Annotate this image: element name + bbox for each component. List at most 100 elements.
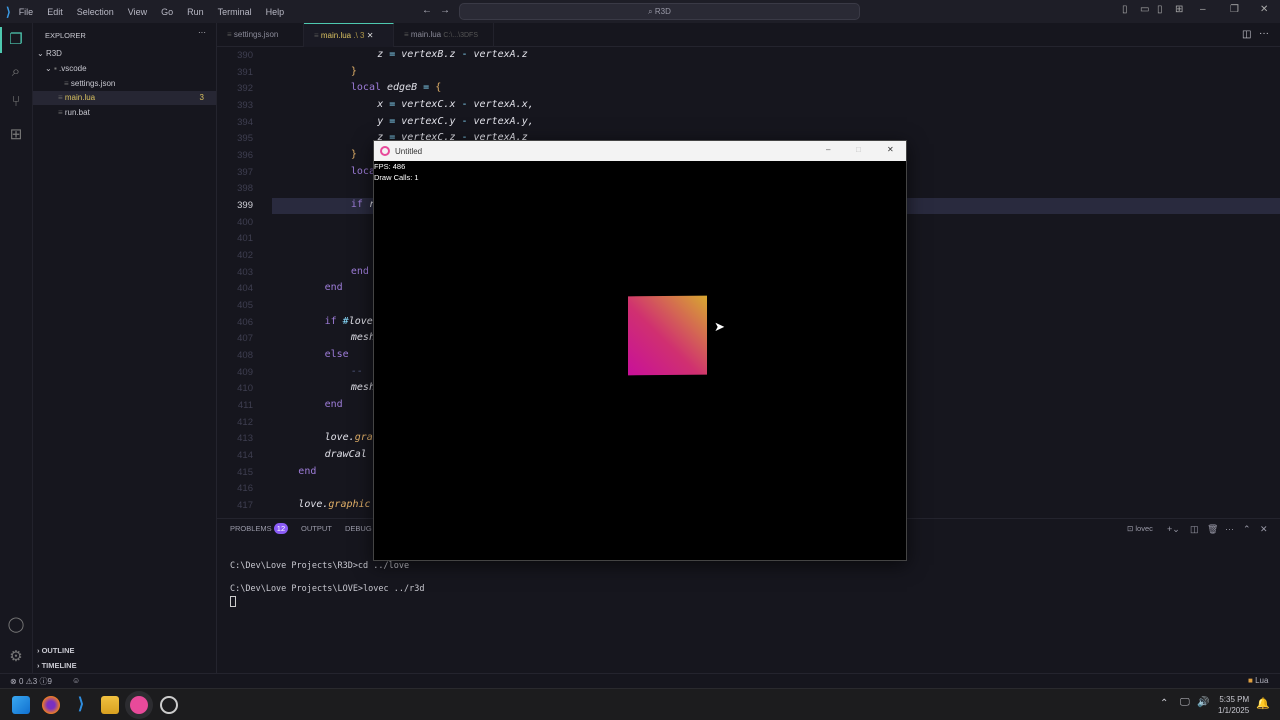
start-icon[interactable] xyxy=(12,696,30,714)
close-icon[interactable]: ✕ xyxy=(367,31,374,40)
toggle-panel-icon[interactable]: ▭ xyxy=(1140,4,1149,15)
code-token: gra xyxy=(354,432,373,444)
code-line[interactable]: end xyxy=(351,266,369,277)
feedback-icon[interactable]: ☺ xyxy=(72,676,80,685)
source-control-icon[interactable]: ⑂ xyxy=(7,93,25,111)
code-line[interactable]: } xyxy=(351,66,357,77)
settings-gear-icon[interactable]: ⚙ xyxy=(7,648,25,666)
line-number: 403 xyxy=(237,266,253,278)
tab-output[interactable]: OUTPUT xyxy=(301,524,332,533)
file-icon: ≡ xyxy=(58,93,65,102)
kill-terminal-icon[interactable]: 🗑 xyxy=(1207,524,1218,535)
close-panel-icon[interactable]: ✕ xyxy=(1260,524,1268,535)
minimize-button[interactable]: – xyxy=(826,145,830,154)
split-editor-icon[interactable]: ◫ xyxy=(1242,29,1251,40)
terminal-cursor[interactable] xyxy=(230,596,236,607)
code-line[interactable]: end xyxy=(325,399,343,410)
code-line[interactable]: else xyxy=(325,349,349,360)
code-line[interactable]: mesh xyxy=(351,332,375,343)
status-bar: ⊗ 0 ⚠3 ⓘ9 ☺ ■ Lua xyxy=(0,673,1280,688)
menu-help[interactable]: Help xyxy=(266,7,285,17)
code-token: end xyxy=(350,265,369,277)
language-label: Lua xyxy=(1255,676,1269,685)
vscode-icon[interactable]: ⟩ xyxy=(72,696,90,714)
tab-settings-json[interactable]: ≡ settings.json xyxy=(217,23,304,47)
problems-status[interactable]: ⊗ 0 ⚠3 ⓘ9 xyxy=(10,676,52,687)
code-line[interactable]: if #love xyxy=(325,316,373,327)
terminal-selector[interactable]: ⊡ lovec xyxy=(1127,524,1153,533)
obs-icon[interactable] xyxy=(160,696,178,714)
command-center-search[interactable]: ⌕ R3D xyxy=(459,3,860,20)
file-explorer-icon[interactable] xyxy=(101,696,119,714)
forward-arrow-icon[interactable]: → xyxy=(440,5,450,16)
more-actions-icon[interactable]: ··· xyxy=(1225,524,1234,534)
code-line[interactable]: local edgeB = { xyxy=(351,82,441,93)
back-arrow-icon[interactable]: ← xyxy=(422,5,432,16)
volume-icon[interactable]: 🔊 xyxy=(1197,697,1209,708)
code-line[interactable]: end xyxy=(325,282,343,293)
maximize-button[interactable]: □ xyxy=(856,145,861,154)
code-line[interactable]: end xyxy=(298,466,316,477)
tab-main-lua[interactable]: ≡ main.lua .\ 3 ✕ xyxy=(304,23,394,47)
menu-terminal[interactable]: Terminal xyxy=(218,7,252,17)
account-icon[interactable]: ◯ xyxy=(7,616,25,634)
code-line[interactable]: z = vertexB.z - vertexA.z xyxy=(377,49,528,60)
tree-file-main-lua[interactable]: ≡ main.lua 3 xyxy=(33,91,216,105)
extensions-icon[interactable]: ⊞ xyxy=(7,126,25,144)
tree-file-settings-json[interactable]: ≡ settings.json xyxy=(64,79,115,88)
outline-section[interactable]: › OUTLINE xyxy=(37,646,75,655)
code-token: } xyxy=(350,65,357,77)
love-window-titlebar[interactable]: Untitled – □ ✕ xyxy=(374,141,906,161)
tree-folder-vscode[interactable]: ⌄ ▪ .vscode xyxy=(45,64,87,73)
code-line[interactable]: love.gra xyxy=(325,432,373,443)
search-icon[interactable]: ⌕ xyxy=(7,63,25,81)
notification-bell-icon[interactable]: 🔔 xyxy=(1256,697,1270,710)
code-line[interactable]: love.graphic xyxy=(298,499,370,510)
restore-button[interactable]: ❐ xyxy=(1230,4,1239,15)
code-line[interactable]: -- xyxy=(351,366,369,377)
more-actions-icon[interactable]: ··· xyxy=(198,28,206,37)
menu-edit[interactable]: Edit xyxy=(47,7,63,17)
code-token: vertexA.z xyxy=(473,49,528,60)
file-icon: ≡ xyxy=(227,30,234,39)
show-hidden-icons[interactable]: ⌃ xyxy=(1160,698,1168,709)
code-line[interactable]: y = vertexC.y - vertexA.y, xyxy=(377,116,534,127)
code-line[interactable]: if r xyxy=(351,199,375,210)
close-button[interactable]: ✕ xyxy=(1260,4,1268,15)
line-number: 412 xyxy=(237,416,253,428)
menu-selection[interactable]: Selection xyxy=(77,7,114,17)
code-line[interactable]: x = vertexC.x - vertexA.x, xyxy=(377,99,534,110)
menu-run[interactable]: Run xyxy=(187,7,204,17)
file-icon: ≡ xyxy=(314,31,321,40)
menu-file[interactable]: File xyxy=(19,7,34,17)
code-line[interactable]: drawCal xyxy=(325,449,367,460)
explorer-icon[interactable]: ❐ xyxy=(7,31,25,49)
tab-problems[interactable]: PROBLEMS 12 xyxy=(230,523,289,534)
close-button[interactable]: ✕ xyxy=(887,145,894,154)
menu-go[interactable]: Go xyxy=(161,7,173,17)
file-label: settings.json xyxy=(70,79,116,88)
toggle-secondary-sidebar-icon[interactable]: ▯ xyxy=(1157,4,1163,15)
toggle-sidebar-icon[interactable]: ▯ xyxy=(1122,4,1128,15)
more-actions-icon[interactable]: ··· xyxy=(1259,28,1269,39)
split-terminal-icon[interactable]: ◫ xyxy=(1190,524,1199,535)
tree-file-run-bat[interactable]: ≡ run.bat xyxy=(58,108,90,117)
minimize-button[interactable]: – xyxy=(1200,4,1206,15)
firefox-icon[interactable] xyxy=(42,696,60,714)
network-icon[interactable]: 🖵 xyxy=(1180,697,1190,708)
code-token: drawCal xyxy=(324,449,367,461)
language-mode[interactable]: ■ Lua xyxy=(1248,676,1268,685)
tree-root-r3d[interactable]: ⌄ R3D xyxy=(37,49,62,58)
timeline-section[interactable]: › TIMELINE xyxy=(37,661,77,670)
code-line[interactable]: } xyxy=(351,149,357,160)
code-line[interactable]: mesh xyxy=(351,382,375,393)
tab-main-lua-3dfs[interactable]: ≡ main.lua C:\...\3DFS xyxy=(394,23,494,47)
new-terminal-icon[interactable]: +⌄ xyxy=(1167,524,1180,535)
customize-layout-icon[interactable]: ⊞ xyxy=(1175,4,1183,15)
clock[interactable]: 5:35 PM 1/1/2025 xyxy=(1218,694,1249,716)
maximize-panel-icon[interactable]: ⌃ xyxy=(1243,524,1251,535)
love2d-icon[interactable] xyxy=(130,696,148,714)
love2d-window[interactable]: Untitled – □ ✕ FPS: 486 Draw Calls: 1 ➤ xyxy=(373,140,907,561)
code-token: vertexC.y xyxy=(401,115,456,127)
menu-view[interactable]: View xyxy=(128,7,147,17)
